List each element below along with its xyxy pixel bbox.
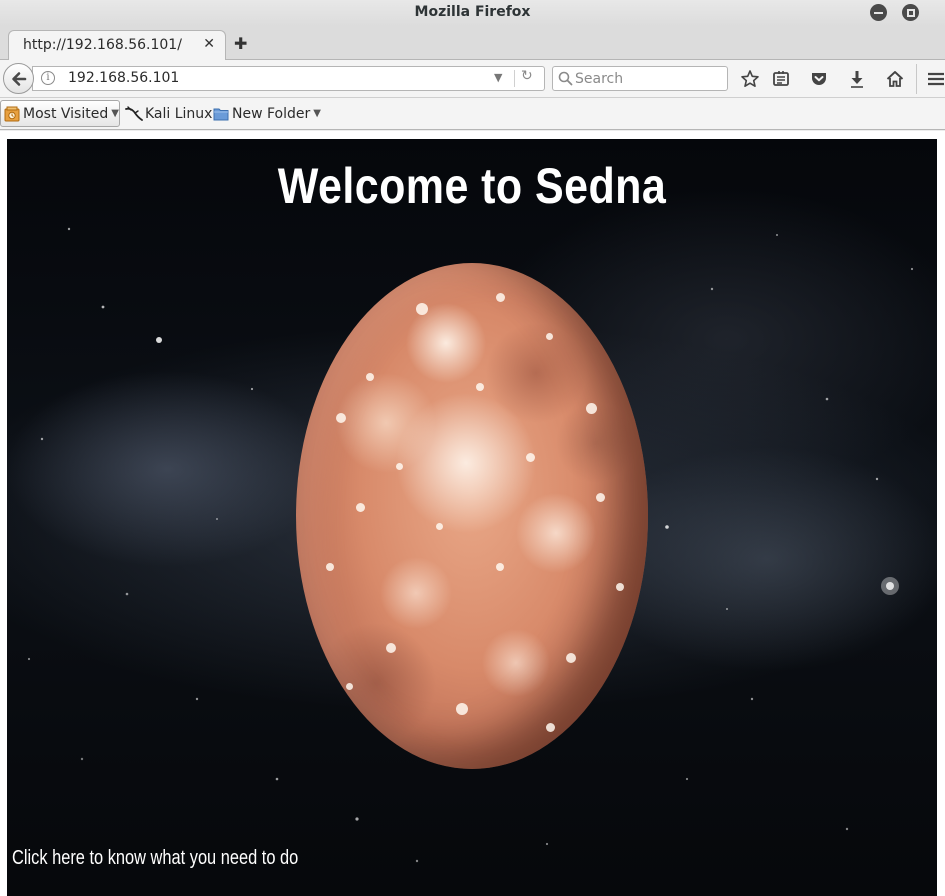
maximize-icon	[906, 8, 915, 17]
url-history-dropdown-icon[interactable]: ▼	[494, 71, 502, 84]
window-title: Mozilla Firefox	[414, 4, 531, 20]
bookmark-most-visited-label: Most Visited	[23, 105, 109, 122]
search-input[interactable]	[575, 69, 723, 88]
tab-close-icon[interactable]: ✕	[203, 36, 215, 52]
url-bar[interactable]: i 192.168.56.101 ▼ ↻	[32, 66, 545, 91]
menu-hamburger-icon[interactable]	[926, 69, 945, 89]
most-visited-icon	[4, 106, 20, 121]
sedna-planet-image	[296, 263, 648, 769]
bookmark-star-icon[interactable]	[740, 69, 760, 89]
instructions-link[interactable]: Click here to know what you need to do	[12, 847, 298, 870]
chevron-down-icon: ▼	[111, 108, 119, 119]
folder-icon	[213, 108, 229, 120]
window-titlebar: Mozilla Firefox	[0, 0, 945, 26]
reload-icon[interactable]: ↻	[521, 68, 533, 84]
page-viewport: Welcome to Sedna Click here to know what…	[0, 131, 945, 896]
home-icon[interactable]	[885, 69, 905, 89]
bookmark-kali-linux-label: Kali Linux	[145, 105, 213, 122]
maximize-button[interactable]	[902, 4, 919, 21]
site-info-icon[interactable]: i	[41, 71, 55, 85]
bookmarks-toolbar: Most Visited ▼ Kali Linux New Folder ▼	[0, 98, 945, 130]
bookmark-most-visited[interactable]: Most Visited ▼	[0, 100, 120, 127]
back-arrow-icon	[11, 71, 26, 86]
url-separator	[514, 70, 515, 87]
pocket-icon[interactable]	[809, 69, 829, 89]
chevron-down-icon: ▼	[313, 108, 321, 119]
space-background: Welcome to Sedna Click here to know what…	[7, 139, 937, 896]
search-bar[interactable]	[552, 66, 728, 91]
reader-list-icon[interactable]	[771, 69, 791, 89]
tab-strip: http://192.168.56.101/ ✕ ✚	[0, 26, 945, 61]
bookmark-kali-linux[interactable]: Kali Linux	[125, 100, 212, 127]
bookmark-new-folder[interactable]: New Folder ▼	[213, 100, 321, 127]
minimize-button[interactable]	[870, 4, 887, 21]
new-tab-icon[interactable]: ✚	[234, 34, 247, 53]
tab-title: http://192.168.56.101/	[23, 37, 182, 53]
url-text[interactable]: 192.168.56.101	[68, 70, 179, 86]
back-button[interactable]	[3, 63, 34, 94]
downloads-icon[interactable]	[847, 69, 867, 89]
kali-dragon-icon	[125, 105, 143, 121]
navigation-toolbar: i 192.168.56.101 ▼ ↻	[0, 60, 945, 98]
tab-active[interactable]: http://192.168.56.101/ ✕	[8, 30, 226, 61]
toolbar-separator	[916, 64, 917, 94]
minimize-icon	[874, 11, 883, 14]
search-icon	[558, 71, 573, 86]
page-title: Welcome to Sedna	[277, 158, 667, 214]
bookmark-new-folder-label: New Folder	[232, 105, 311, 122]
